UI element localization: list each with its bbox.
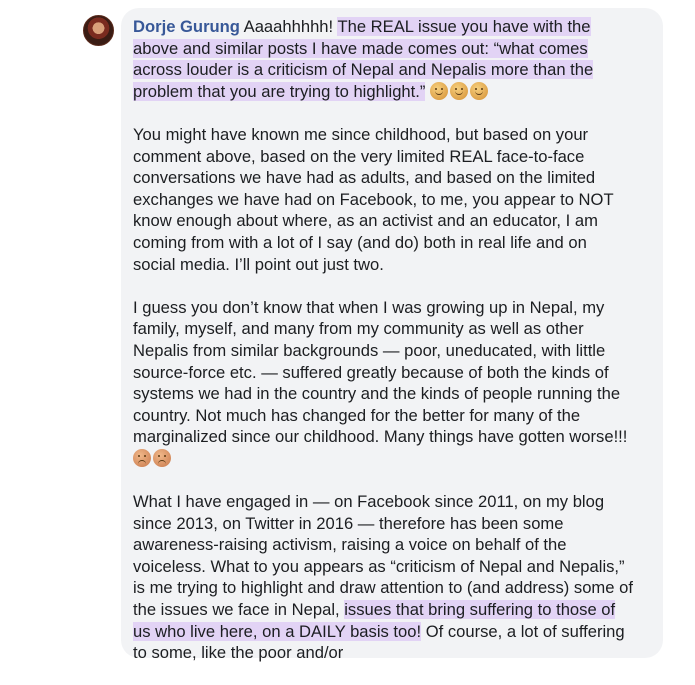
smiling-face-icon: [450, 81, 469, 100]
smiling-face-icon: [470, 81, 489, 100]
comment-paragraph: I guess you don’t know that when I was g…: [133, 297, 633, 470]
smiling-face-icon: [430, 81, 449, 100]
sad-face-icon: [153, 448, 171, 467]
author-name[interactable]: Dorje Gurung: [133, 17, 240, 36]
comment-paragraph: Dorje Gurung Aaaahhhhh! The REAL issue y…: [133, 16, 633, 102]
comment-body: Dorje Gurung Aaaahhhhh! The REAL issue y…: [133, 16, 633, 685]
sad-face-icon: [133, 448, 151, 467]
comment-text: I guess you don’t know that when I was g…: [133, 297, 628, 447]
comment-intro-text: Aaaahhhhh!: [243, 17, 338, 36]
avatar[interactable]: [83, 15, 114, 46]
comment-paragraph: You might have known me since childhood,…: [133, 124, 614, 274]
